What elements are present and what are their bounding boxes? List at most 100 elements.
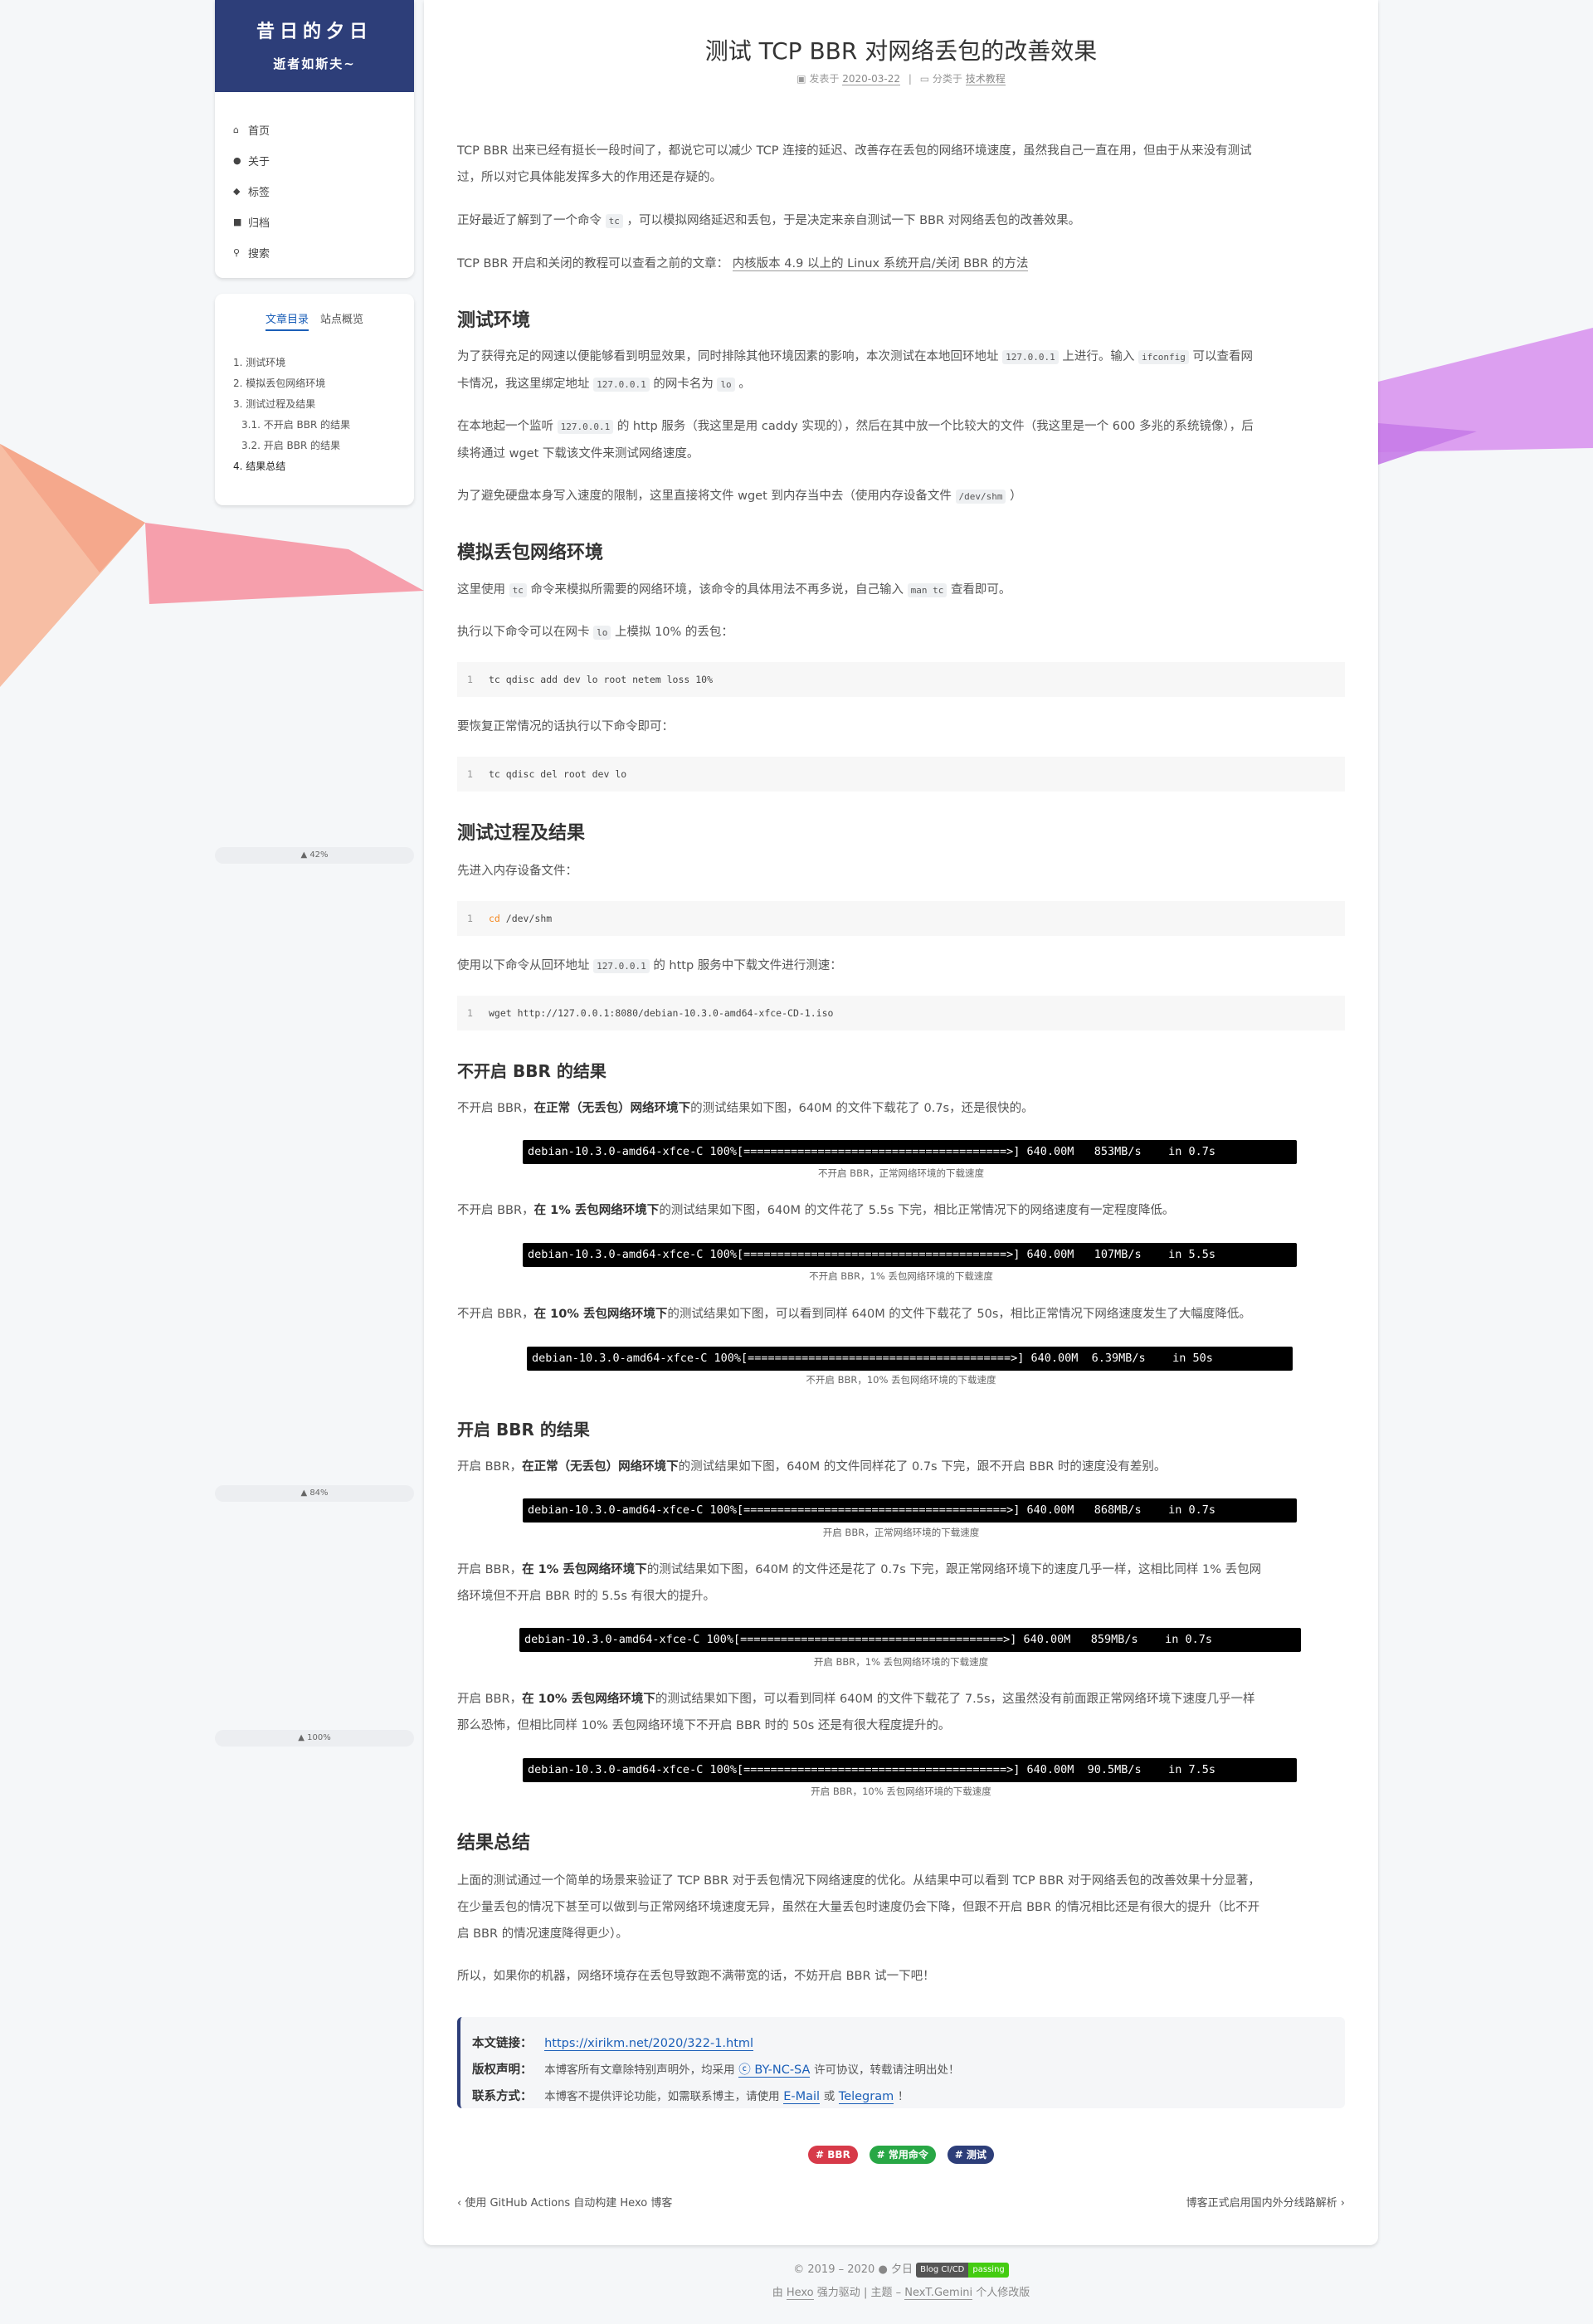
cc-icon: ⓒ bbox=[738, 2063, 755, 2077]
back-to-top-button[interactable]: ▲ 42% bbox=[215, 847, 414, 864]
terminal-screenshot: debian-10.3.0-amd64-xfce-C 100%[========… bbox=[523, 1140, 1297, 1164]
back-to-top-button[interactable]: ▲ 84% bbox=[215, 1485, 414, 1502]
figure-caption: 开启 BBR，1% 丢包网络环境的下载速度 bbox=[813, 1656, 989, 1668]
menu-item-archive[interactable]: ■ 归档 bbox=[233, 207, 414, 237]
toc-list: 1. 测试环境 2. 模拟丢包网络环境 3. 测试过程及结果 3.1. 不开启 … bbox=[215, 331, 414, 477]
figure-caption: 不开启 BBR，正常网络环境的下载速度 bbox=[818, 1167, 984, 1179]
tag-link[interactable]: # 常用命令 bbox=[869, 2146, 936, 2164]
paragraph: 要恢复正常情况的话执行以下命令即可： bbox=[457, 720, 674, 733]
arrow-up-icon: ▲ bbox=[300, 1488, 310, 1498]
paragraph: TCP BBR 开启和关闭的教程可以查看之前的文章： 内核版本 4.9 以上的 … bbox=[457, 257, 1029, 271]
code-block: 1 cd /dev/shm bbox=[457, 901, 1345, 936]
toc-tabs: 文章目录 站点概览 bbox=[215, 294, 414, 331]
tags-icon: ◆ bbox=[233, 186, 241, 197]
reading-progress: 42% bbox=[309, 850, 329, 860]
tag-link[interactable]: # BBR bbox=[808, 2146, 858, 2164]
paragraph: 使用以下命令从回环地址 127.0.0.1 的 http 服务中下载文件进行测速… bbox=[457, 959, 842, 973]
menu-item-label: 归档 bbox=[248, 217, 270, 230]
paragraph: 这里使用 tc 命令来模拟所需要的网络环境，该命令的具体用法不再多说，自己输入 … bbox=[457, 583, 1011, 597]
post-copyright: 本文链接： https://xirikm.net/2020/322-1.html… bbox=[457, 2017, 1345, 2108]
toc-item[interactable]: 3.2. 开启 BBR 的结果 bbox=[233, 436, 414, 456]
post-card: 测试 TCP BBR 对网络丢包的改善效果 ▣ 发表于 2020-03-22 |… bbox=[424, 0, 1378, 2245]
terminal-screenshot: debian-10.3.0-amd64-xfce-C 100%[========… bbox=[523, 1498, 1297, 1523]
paragraph: 不开启 BBR，在 10% 丢包网络环境下的测试结果如下图，可以看到同样 640… bbox=[457, 1308, 1251, 1321]
chevron-right-icon: › bbox=[1337, 2197, 1345, 2210]
license-link[interactable]: ⓒ BY-NC-SA bbox=[738, 2063, 811, 2078]
site-brand: 昔日的夕日 逝者如斯夫~ bbox=[215, 0, 414, 92]
home-icon: ⌂ bbox=[233, 124, 239, 135]
copyright-text: © 2019 – 2020 bbox=[793, 2263, 875, 2276]
folder-icon: ▭ bbox=[919, 73, 933, 85]
sidebar-brand-card: 昔日的夕日 逝者如斯夫~ ⌂ 首页 ● 关于 ◆ 标签 ■ 归档 ⚲ 搜索 bbox=[215, 0, 414, 278]
code-block: 1 tc qdisc del root dev lo bbox=[457, 757, 1345, 792]
tag-link[interactable]: # 测试 bbox=[947, 2146, 994, 2164]
meta-published-label: 发表于 bbox=[809, 73, 840, 85]
paragraph: 正好最近了解到了一个命令 tc ，可以模拟网络延迟和丢包，于是决定来亲自测试一下… bbox=[457, 214, 1081, 228]
theme-link[interactable]: NexT.Gemini bbox=[904, 2287, 973, 2300]
heading-simulate: 模拟丢包网络环境 bbox=[457, 543, 604, 563]
toc-item[interactable]: 2. 模拟丢包网络环境 bbox=[233, 373, 414, 394]
paragraph: 开启 BBR，在 1% 丢包网络环境下的测试结果如下图，640M 的文件还是花了… bbox=[457, 1563, 1262, 1603]
terminal-screenshot: debian-10.3.0-amd64-xfce-C 100%[========… bbox=[527, 1347, 1293, 1371]
menu-item-label: 标签 bbox=[248, 187, 270, 199]
toc-item[interactable]: 4. 结果总结 bbox=[233, 456, 414, 477]
heading-summary: 结果总结 bbox=[457, 1833, 531, 1854]
paragraph: 上面的测试通过一个简单的场景来验证了 TCP BBR 对于丢包情况下网络速度的优… bbox=[457, 1874, 1260, 1941]
next-post-link[interactable]: 博客正式启用国内外分线路解析 › bbox=[1186, 2194, 1345, 2210]
toc-item[interactable]: 1. 测试环境 bbox=[233, 353, 414, 373]
toc-item[interactable]: 3. 测试过程及结果 bbox=[233, 394, 414, 415]
arrow-up-icon: ▲ bbox=[298, 1733, 308, 1742]
inline-code: tc bbox=[605, 214, 623, 228]
menu-item-tags[interactable]: ◆ 标签 bbox=[233, 176, 414, 207]
hexo-link[interactable]: Hexo bbox=[786, 2287, 814, 2300]
menu-item-label: 首页 bbox=[248, 125, 270, 138]
user-icon: ● bbox=[233, 155, 241, 166]
figure-caption: 开启 BBR，10% 丢包网络环境的下载速度 bbox=[811, 1786, 991, 1797]
terminal-screenshot: debian-10.3.0-amd64-xfce-C 100%[========… bbox=[523, 1758, 1297, 1782]
chevron-left-icon: ‹ bbox=[457, 2197, 465, 2210]
post-category-link[interactable]: 技术教程 bbox=[965, 73, 1006, 85]
paragraph: 在本地起一个监听 127.0.0.1 的 http 服务（我这里是用 caddy… bbox=[457, 420, 1254, 460]
email-link[interactable]: E-Mail bbox=[783, 2090, 821, 2104]
menu-item-label: 关于 bbox=[248, 156, 270, 168]
meta-category-label: 分类于 bbox=[932, 73, 962, 85]
permalink[interactable]: https://xirikm.net/2020/322-1.html bbox=[544, 2037, 754, 2051]
ci-badge[interactable]: Blog CI/CD passing bbox=[916, 2262, 1009, 2278]
post-meta: ▣ 发表于 2020-03-22 | ▭ 分类于 技术教程 bbox=[796, 73, 1006, 85]
heading-test-env: 测试环境 bbox=[457, 310, 531, 331]
paragraph: 先进入内存设备文件： bbox=[457, 865, 577, 878]
paragraph: 开启 BBR，在 10% 丢包网络环境下的测试结果如下图，可以看到同样 640M… bbox=[457, 1693, 1255, 1732]
terminal-screenshot: debian-10.3.0-amd64-xfce-C 100%[========… bbox=[523, 1243, 1297, 1267]
paragraph: 所以，如果你的机器，网络环境存在丢包导致跑不满带宽的话，不妨开启 BBR 试一下… bbox=[457, 1970, 935, 1983]
paragraph: 开启 BBR，在正常（无丢包）网络环境下的测试结果如下图，640M 的文件同样花… bbox=[457, 1460, 1167, 1474]
search-icon: ⚲ bbox=[233, 247, 241, 258]
code-block: 1 tc qdisc add dev lo root netem loss 10% bbox=[457, 662, 1345, 697]
reading-progress: 100% bbox=[307, 1733, 331, 1742]
bbr-tutorial-link[interactable]: 内核版本 4.9 以上的 Linux 系统开启/关闭 BBR 的方法 bbox=[732, 257, 1029, 271]
prev-post-link[interactable]: ‹ 使用 GitHub Actions 自动构建 Hexo 博客 bbox=[457, 2194, 672, 2210]
menu-item-about[interactable]: ● 关于 bbox=[233, 145, 414, 176]
user-icon: ● bbox=[878, 2263, 891, 2276]
paragraph: 为了避免硬盘本身写入速度的限制，这里直接将文件 wget 到内存当中去（使用内存… bbox=[457, 490, 1022, 504]
tab-toc[interactable]: 文章目录 bbox=[265, 310, 309, 331]
terminal-screenshot: debian-10.3.0-amd64-xfce-C 100%[========… bbox=[519, 1628, 1301, 1652]
paragraph: 执行以下命令可以在网卡 lo 上模拟 10% 的丢包： bbox=[457, 626, 733, 640]
sidebar-toc-card: 文章目录 站点概览 1. 测试环境 2. 模拟丢包网络环境 3. 测试过程及结果… bbox=[215, 294, 414, 505]
post-tags: # BBR # 常用命令 # 测试 bbox=[457, 2146, 1345, 2164]
figure-caption: 开启 BBR，正常网络环境的下载速度 bbox=[822, 1527, 980, 1538]
menu-item-search[interactable]: ⚲ 搜索 bbox=[233, 237, 414, 268]
heading-process: 测试过程及结果 bbox=[457, 823, 586, 844]
paragraph: 不开启 BBR，在 1% 丢包网络环境下的测试结果如下图，640M 的文件花了 … bbox=[457, 1204, 1175, 1217]
menu-item-home[interactable]: ⌂ 首页 bbox=[233, 114, 414, 145]
toc-item[interactable]: 3.1. 不开启 BBR 的结果 bbox=[233, 415, 414, 436]
back-to-top-button[interactable]: ▲ 100% bbox=[215, 1730, 414, 1747]
site-title[interactable]: 昔日的夕日 bbox=[215, 0, 414, 43]
site-footer: © 2019 – 2020 ● 夕日 Blog CI/CD passing 由 H… bbox=[772, 2262, 1030, 2300]
footer-author: 夕日 bbox=[890, 2263, 913, 2276]
post-title: 测试 TCP BBR 对网络丢包的改善效果 bbox=[704, 37, 1098, 65]
post-date[interactable]: 2020-03-22 bbox=[842, 73, 901, 85]
paragraph: 为了获得充足的网速以便能够看到明显效果，同时排除其他环境因素的影响，本次测试在本… bbox=[457, 350, 1254, 392]
tab-overview[interactable]: 站点概览 bbox=[320, 310, 363, 331]
paragraph: TCP BBR 出来已经有挺长一段时间了，都说它可以减少 TCP 连接的延迟、改… bbox=[457, 144, 1252, 184]
telegram-link[interactable]: Telegram bbox=[838, 2090, 894, 2104]
